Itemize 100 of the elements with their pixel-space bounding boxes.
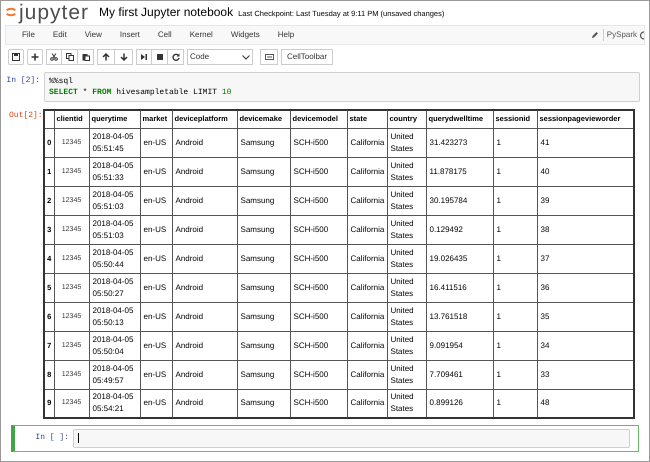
table-cell: SCH-i500 [290,360,347,389]
up-arrow-icon [102,53,110,61]
menu-item[interactable]: Kernel [180,29,222,41]
table-cell: 7.709461 [426,360,493,389]
stop-icon [156,53,164,61]
menu-item[interactable]: File [13,29,44,41]
table-cell: 1 [493,302,537,331]
keyboard-button[interactable] [260,49,278,65]
table-cell: Android [172,128,237,157]
menu-item[interactable]: Widgets [222,29,269,41]
table-cell: 2018-04-05 05:49:57 [89,360,140,389]
chevron-down-icon [242,54,250,60]
restart-button[interactable] [168,49,184,65]
refresh-icon [172,53,180,61]
table-cell: Samsung [237,302,290,331]
table-cell: California [347,273,387,302]
table-cell: 2018-04-05 05:51:33 [89,157,140,186]
table-cell: Android [172,157,237,186]
kernel-name: PySpark [602,29,637,41]
table-cell: 2018-04-05 05:50:44 [89,244,140,273]
table-cell: 2018-04-05 05:50:27 [89,273,140,302]
cell-toolbar-button[interactable]: CellToolbar [281,49,334,65]
menu-item[interactable]: Edit [44,29,76,41]
table-cell: 2018-04-05 05:50:13 [89,302,140,331]
copy-button[interactable] [62,49,78,65]
table-cell: Android [172,360,237,389]
table-cell: Android [172,244,237,273]
table-cell: Samsung [237,360,290,389]
cell-type-dropdown[interactable]: Code [187,49,253,65]
paste-button[interactable] [78,49,94,65]
menu-item[interactable]: Help [268,29,304,41]
menu-item[interactable]: Insert [110,29,149,41]
table-cell: Samsung [237,273,290,302]
table-cell: California [347,215,387,244]
logo-icon [5,5,17,19]
table-cell: 30.195784 [426,186,493,215]
table-cell: SCH-i500 [290,186,347,215]
table-cell: California [347,157,387,186]
table-cell: Android [172,186,237,215]
move-down-button[interactable] [115,49,133,65]
table-cell: United States [387,244,426,273]
table-cell: 1 [493,360,537,389]
table-cell: 19.026435 [426,244,493,273]
table-cell: California [347,331,387,360]
table-cell: en-US [140,331,172,360]
table-cell: 11.878175 [426,157,493,186]
table-cell: 1 [493,331,537,360]
table-cell: en-US [140,273,172,302]
text-cursor [78,433,79,443]
table-cell: 1 [493,244,537,273]
logo-wordmark: jupyter [19,2,90,22]
scissors-icon [50,53,58,61]
copy-icon [66,53,74,61]
table-cell: en-US [140,186,172,215]
table-cell: California [347,302,387,331]
table-cell: 9.091954 [426,331,493,360]
table-cell: Samsung [237,157,290,186]
table-cell: en-US [140,244,172,273]
table-cell: 31.423273 [426,128,493,157]
table-cell: United States [387,302,426,331]
move-up-button[interactable] [97,49,115,65]
table-cell: 1 [493,128,537,157]
notebook-title[interactable]: My first Jupyter notebook [99,3,234,21]
table-cell: SCH-i500 [290,273,347,302]
input-prompt: In [ ]: [35,433,69,442]
table-cell: en-US [140,157,172,186]
table-cell: 2018-04-05 05:51:03 [89,215,140,244]
clipboard-icon [82,53,90,61]
run-button[interactable] [136,49,152,65]
plus-icon [31,53,39,61]
menu-item[interactable]: Cell [148,29,181,41]
keyboard-icon [264,54,274,60]
step-forward-icon [140,53,148,61]
down-arrow-icon [120,53,128,61]
table-cell: Android [172,273,237,302]
save-button[interactable] [8,49,24,65]
kernel-status-icon [639,30,644,40]
table-cell: 2018-04-05 05:51:03 [89,186,140,215]
table-cell: 1 [493,186,537,215]
menu-item[interactable]: View [76,29,111,41]
table-cell: Samsung [237,331,290,360]
cut-button[interactable] [46,49,62,65]
table-cell: 1 [493,157,537,186]
table-cell: SCH-i500 [290,244,347,273]
table-cell: en-US [140,302,172,331]
table-cell: SCH-i500 [290,331,347,360]
table-cell: en-US [140,128,172,157]
table-cell: California [347,244,387,273]
pencil-icon[interactable] [590,31,599,39]
code-editor[interactable]: %%sql SELECT * FROM hivesampletable LIMIT 10 [44,72,640,102]
table-cell: SCH-i500 [290,128,347,157]
table-cell: 1 [493,273,537,302]
table-cell: en-US [140,215,172,244]
table-cell: California [347,360,387,389]
table-cell: 2018-04-05 05:50:04 [89,331,140,360]
add-cell-button[interactable] [27,49,43,65]
table-cell: United States [387,331,426,360]
table-cell: California [347,186,387,215]
table-cell: United States [387,157,426,186]
stop-button[interactable] [152,49,168,65]
